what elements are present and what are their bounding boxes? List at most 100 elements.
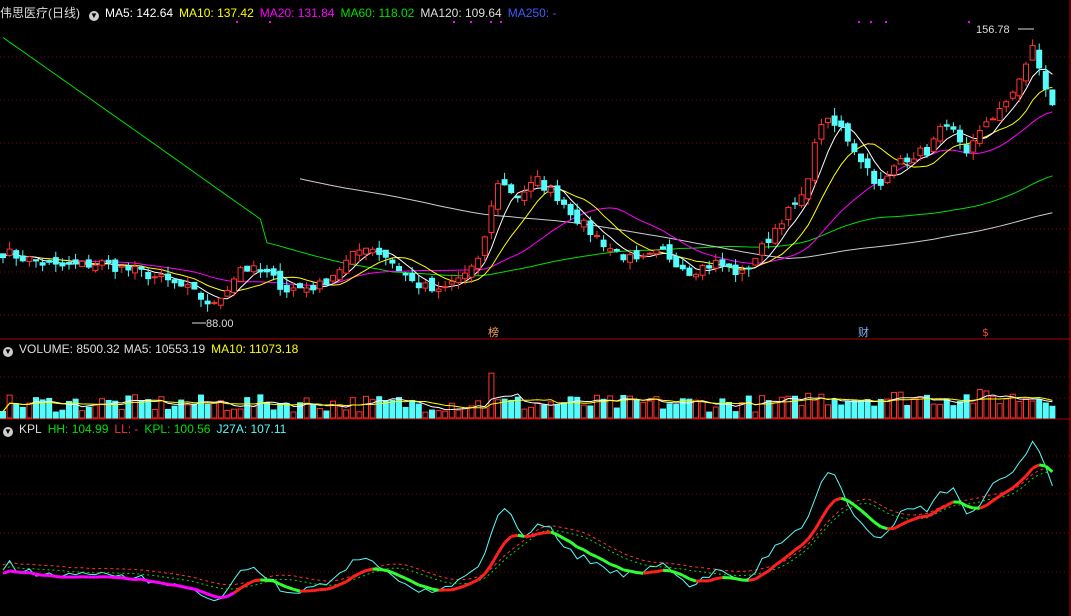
volume-bar bbox=[831, 398, 838, 419]
dropdown-icon[interactable]: ▼ bbox=[3, 347, 13, 357]
dropdown-icon[interactable]: ▼ bbox=[3, 427, 13, 437]
candle-body bbox=[297, 283, 303, 289]
candle-body bbox=[508, 184, 515, 194]
kpl-main-segment bbox=[602, 558, 611, 566]
candle-body bbox=[1003, 101, 1010, 108]
volume-bar bbox=[871, 405, 878, 419]
candle-body bbox=[310, 285, 317, 291]
candle-body bbox=[917, 147, 924, 157]
kpl-main-segment bbox=[780, 554, 790, 562]
stock-title[interactable]: 伟思医疗(日线) bbox=[0, 6, 80, 20]
volume-bar bbox=[732, 411, 739, 419]
event-tag: 榜 bbox=[488, 325, 499, 339]
candle-body bbox=[838, 120, 845, 127]
kpl-main-segment bbox=[279, 582, 288, 589]
candle-body bbox=[970, 140, 977, 153]
volume-bar bbox=[429, 409, 435, 419]
candle-body bbox=[402, 272, 409, 276]
volume-bar bbox=[72, 398, 79, 419]
volume-bar bbox=[455, 409, 462, 419]
volume-bar bbox=[356, 411, 363, 419]
candle-body bbox=[607, 248, 614, 252]
volume-bar bbox=[0, 411, 6, 419]
volume-bar bbox=[561, 402, 567, 419]
candle-body bbox=[864, 158, 871, 169]
ma60-value: MA60: 118.02 bbox=[340, 6, 415, 20]
candle-body bbox=[250, 265, 257, 273]
candle-body bbox=[561, 199, 567, 205]
candle-body bbox=[759, 243, 765, 256]
volume-bar bbox=[349, 397, 356, 419]
volume-bar bbox=[363, 395, 369, 419]
kpl-main-segment bbox=[2, 569, 11, 575]
volume-bar bbox=[679, 398, 686, 419]
candle-body bbox=[904, 157, 911, 163]
volume-bar bbox=[92, 404, 99, 419]
kpl-main-segment bbox=[213, 594, 222, 600]
signal-dot bbox=[870, 21, 872, 23]
candle-body bbox=[910, 158, 917, 163]
kpl-main-segment bbox=[682, 573, 691, 581]
kpl-main-segment bbox=[669, 569, 677, 575]
volume-bar bbox=[52, 411, 59, 419]
volume-bar bbox=[719, 398, 726, 419]
kpl-main-segment bbox=[563, 537, 572, 544]
candle-body bbox=[145, 271, 152, 280]
candle-body bbox=[277, 270, 284, 290]
candle-body bbox=[805, 178, 812, 200]
kpl-main-segment bbox=[470, 578, 479, 585]
price-legend: 伟思医疗(日线) ▼ MA5: 142.64 MA10: 137.42 MA20: 13… bbox=[0, 4, 562, 22]
candle-body bbox=[211, 301, 218, 304]
candle-body bbox=[891, 165, 897, 176]
kpl-main-segment bbox=[913, 515, 921, 521]
candle-body bbox=[521, 191, 528, 201]
candle-body bbox=[481, 236, 488, 256]
stock-chart[interactable]: 156.78 88.00 榜 财 $ bbox=[0, 0, 1071, 616]
kpl-main-segment bbox=[332, 583, 341, 589]
candle-body bbox=[72, 259, 79, 265]
candle-body bbox=[594, 235, 600, 238]
candle-body bbox=[132, 265, 138, 274]
candle-body bbox=[448, 281, 455, 285]
candle-body bbox=[105, 259, 112, 264]
candle-body bbox=[851, 143, 858, 153]
candle-body bbox=[244, 265, 251, 272]
volume-bar bbox=[633, 399, 640, 419]
volume-bar bbox=[1049, 405, 1056, 419]
candle-body bbox=[92, 264, 99, 272]
kpl-main-segment bbox=[774, 559, 783, 567]
volume-value: VOLUME: 8500.32 bbox=[19, 342, 120, 356]
volume-bar bbox=[343, 409, 350, 419]
volume-bar bbox=[825, 404, 831, 419]
volume-bar bbox=[534, 402, 541, 419]
volume-bar bbox=[257, 394, 264, 419]
kpl-main-segment bbox=[767, 564, 777, 573]
kpl-main-segment bbox=[167, 583, 175, 587]
kpl-main-segment bbox=[992, 494, 1001, 502]
volume-bar bbox=[462, 407, 468, 419]
kpl-main-segment bbox=[29, 571, 37, 576]
candle-body bbox=[283, 284, 290, 293]
candle-body bbox=[165, 273, 171, 281]
dropdown-icon[interactable]: ▼ bbox=[89, 11, 99, 21]
candle-body bbox=[198, 292, 204, 300]
volume-bar bbox=[409, 399, 416, 419]
volume-bar bbox=[132, 394, 138, 419]
candle-body bbox=[376, 247, 383, 255]
kpl-kpl: KPL: 100.56 bbox=[144, 422, 211, 436]
kpl-main-segment bbox=[398, 574, 407, 580]
candle-body bbox=[429, 277, 435, 292]
volume-bar bbox=[1003, 398, 1010, 419]
candle-body bbox=[739, 269, 746, 274]
candle-body bbox=[39, 262, 46, 266]
volume-bar bbox=[990, 396, 996, 419]
candle-body bbox=[976, 130, 983, 144]
candle-body bbox=[679, 264, 686, 270]
candle-body bbox=[831, 115, 838, 126]
volume-bar bbox=[521, 408, 528, 419]
kpl-main-segment bbox=[404, 577, 413, 583]
candle-body bbox=[6, 248, 13, 256]
candle-body bbox=[501, 179, 508, 186]
kpl-main-segment bbox=[385, 568, 393, 574]
candle-body bbox=[752, 257, 759, 266]
